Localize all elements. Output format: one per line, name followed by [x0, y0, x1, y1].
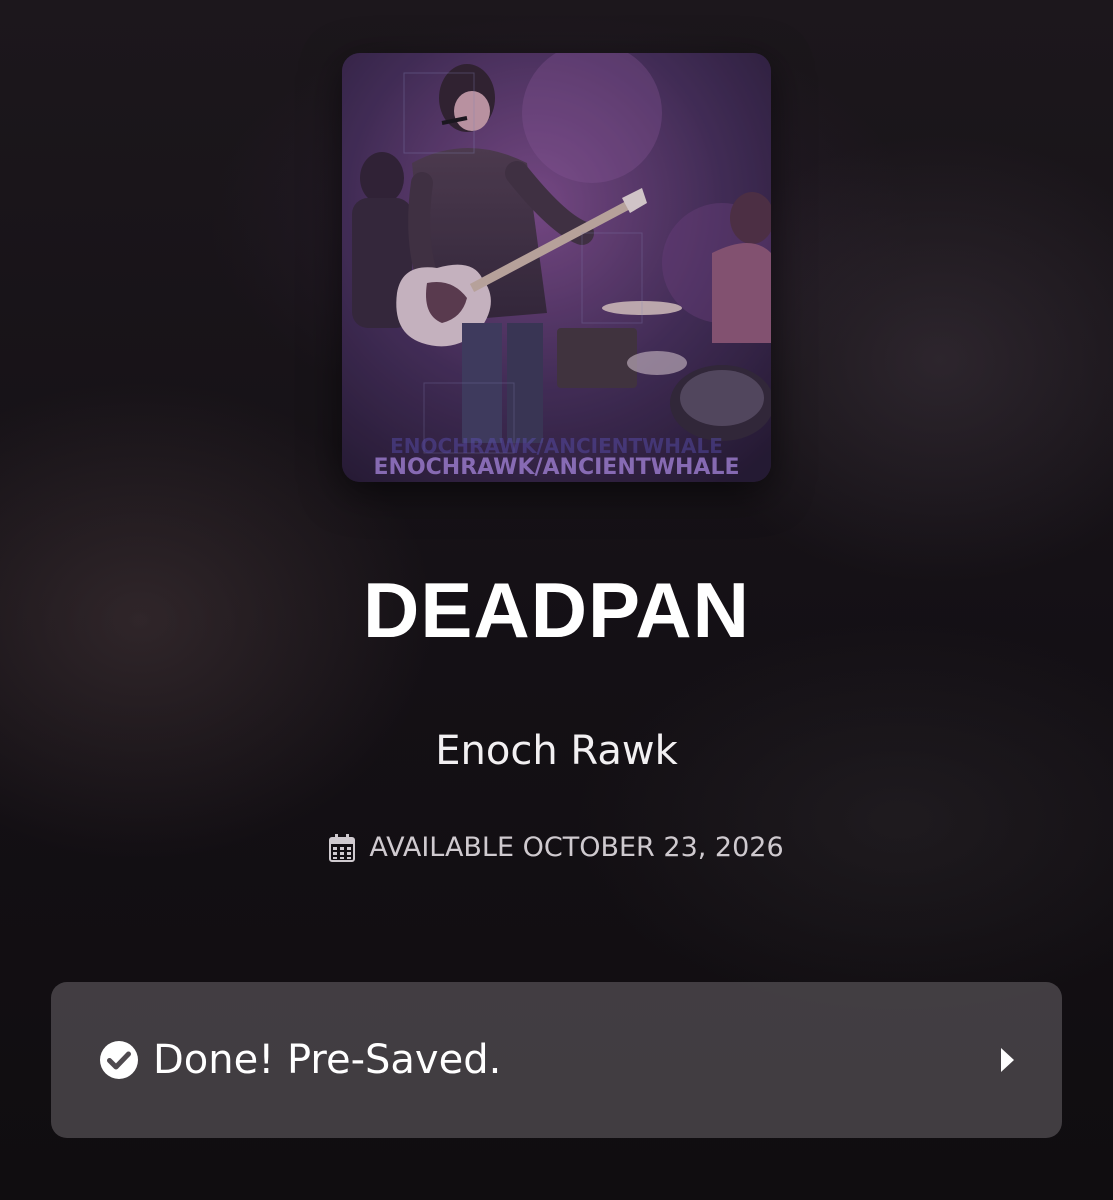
check-circle-icon	[100, 1041, 138, 1079]
artist-name: Enoch Rawk	[435, 728, 678, 774]
release-title: DEADPAN	[363, 566, 750, 654]
release-date: AVAILABLE OCTOBER 23, 2026	[0, 832, 1113, 863]
chevron-right-icon	[1001, 1048, 1014, 1072]
calendar-icon	[329, 833, 356, 862]
album-artwork: ENOCHRAWK/ANCIENTWHALE ENOCHRAWK/ANCIENT…	[342, 53, 771, 482]
presave-button[interactable]: Done! Pre-Saved.	[51, 982, 1062, 1138]
artwork-caption: ENOCHRAWK/ANCIENTWHALE	[373, 455, 740, 480]
availability-text: AVAILABLE OCTOBER 23, 2026	[369, 832, 784, 863]
presave-status-label: Done! Pre-Saved.	[153, 1037, 502, 1083]
artwork-photo	[342, 53, 771, 482]
